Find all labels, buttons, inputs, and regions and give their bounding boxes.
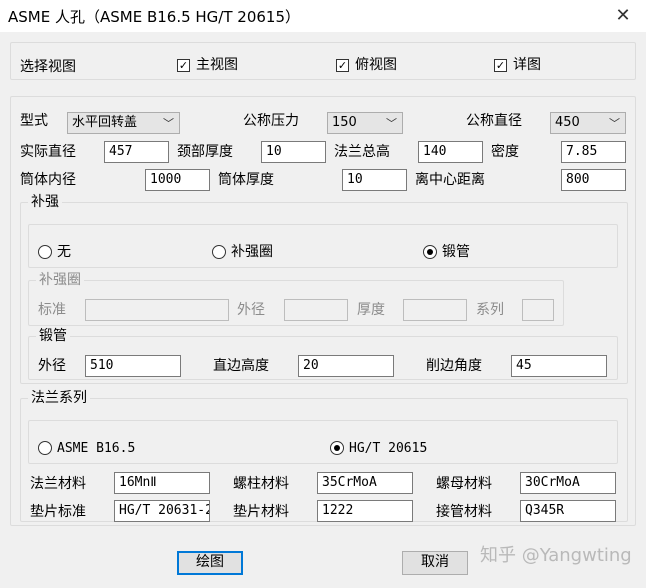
flange-hgt-radio[interactable]: [330, 441, 344, 455]
check-icon[interactable]: ✓: [336, 59, 349, 72]
nut-mat-label: 螺母材料: [436, 476, 492, 492]
reinforce-none-label: 无: [57, 244, 71, 260]
gasket-mat-input[interactable]: 1222: [317, 500, 413, 522]
type-select[interactable]: 水平回转盖 ﹀: [67, 112, 180, 134]
stud-mat-input[interactable]: 35CrMoA: [317, 472, 413, 494]
cancel-button[interactable]: 取消: [402, 551, 468, 575]
ring-series-input[interactable]: [522, 299, 554, 321]
pressure-select[interactable]: 150 ﹀: [327, 112, 403, 134]
main-view-label: 主视图: [196, 57, 238, 73]
chevron-down-icon: ﹀: [609, 117, 620, 130]
pressure-label: 公称压力: [243, 113, 299, 129]
shell-thk-label: 筒体厚度: [218, 172, 274, 188]
ring-od-label: 外径: [237, 302, 265, 318]
gasket-mat-label: 垫片材料: [233, 504, 289, 520]
density-label: 密度: [491, 144, 519, 160]
check-icon[interactable]: ✓: [494, 59, 507, 72]
reinforce-none-radio[interactable]: [38, 245, 52, 259]
reinforce-ring-radio[interactable]: [212, 245, 226, 259]
actual-dia-label: 实际直径: [20, 144, 76, 160]
ring-series-label: 系列: [476, 302, 504, 318]
ring-od-input[interactable]: [284, 299, 348, 321]
draw-button[interactable]: 绘图: [177, 551, 243, 575]
ring-thk-label: 厚度: [357, 302, 385, 318]
forged-straight-input[interactable]: 20: [298, 355, 394, 377]
flange-mat-input[interactable]: 16MnⅡ: [114, 472, 210, 494]
forged-od-label: 外径: [38, 358, 66, 374]
detail-view-label: 详图: [513, 57, 541, 73]
actual-dia-input[interactable]: 457: [104, 141, 169, 163]
flange-mat-label: 法兰材料: [30, 476, 86, 492]
reinforce-forged-label: 锻管: [442, 244, 470, 260]
type-select-value: 水平回转盖: [72, 115, 138, 130]
forged-straight-label: 直边高度: [213, 358, 269, 374]
ring-thk-input[interactable]: [403, 299, 467, 321]
top-view-label: 俯视图: [355, 57, 397, 73]
type-label: 型式: [20, 113, 48, 129]
ring-standard-label: 标准: [38, 302, 66, 318]
forged-group-label: 锻管: [36, 326, 70, 346]
reinforce-forged-radio[interactable]: [423, 245, 437, 259]
nozzle-mat-input[interactable]: Q345R: [520, 500, 616, 522]
gasket-std-input[interactable]: HG/T 20631-2: [114, 500, 210, 522]
watermark-text: 知乎 @Yangwting: [480, 545, 632, 566]
dn-label: 公称直径: [466, 113, 522, 129]
chevron-down-icon: ﹀: [163, 117, 174, 130]
window-title: ASME 人孔（ASME B16.5 HG/T 20615）: [8, 8, 301, 26]
close-icon[interactable]: ✕: [610, 4, 636, 28]
stud-mat-label: 螺柱材料: [233, 476, 289, 492]
check-icon[interactable]: ✓: [177, 59, 190, 72]
pressure-select-value: 150: [332, 115, 357, 130]
nut-mat-input[interactable]: 30CrMoA: [520, 472, 616, 494]
flange-group-label: 法兰系列: [28, 388, 90, 408]
forged-bevel-label: 削边角度: [426, 358, 482, 374]
ring-standard-input[interactable]: [85, 299, 229, 321]
shell-id-input[interactable]: 1000: [145, 169, 210, 191]
neck-thk-input[interactable]: 10: [261, 141, 326, 163]
flange-hgt-label: HG/T 20615: [349, 441, 428, 456]
forged-bevel-input[interactable]: 45: [511, 355, 607, 377]
view-select-label: 选择视图: [20, 59, 76, 75]
density-input[interactable]: 7.85: [561, 141, 626, 163]
chevron-down-icon: ﹀: [386, 117, 397, 130]
shell-id-label: 筒体内径: [20, 172, 76, 188]
reinforce-group-label: 补强: [28, 192, 62, 212]
forged-od-input[interactable]: 510: [85, 355, 181, 377]
shell-thk-input[interactable]: 10: [342, 169, 407, 191]
nozzle-mat-label: 接管材料: [436, 504, 492, 520]
center-dist-input[interactable]: 800: [561, 169, 626, 191]
neck-thk-label: 颈部厚度: [177, 144, 233, 160]
reinforce-options: [28, 224, 618, 268]
dn-select-value: 450: [555, 115, 580, 130]
flange-height-input[interactable]: 140: [418, 141, 483, 163]
flange-asme-label: ASME B16.5: [57, 441, 136, 456]
reinforce-ring-label: 补强圈: [231, 244, 273, 260]
view-group: [10, 42, 636, 80]
flange-height-label: 法兰总高: [334, 144, 390, 160]
flange-asme-radio[interactable]: [38, 441, 52, 455]
ring-group-label: 补强圈: [36, 270, 84, 290]
gasket-std-label: 垫片标准: [30, 504, 86, 520]
center-dist-label: 离中心距离: [415, 172, 485, 188]
dn-select[interactable]: 450 ﹀: [550, 112, 626, 134]
